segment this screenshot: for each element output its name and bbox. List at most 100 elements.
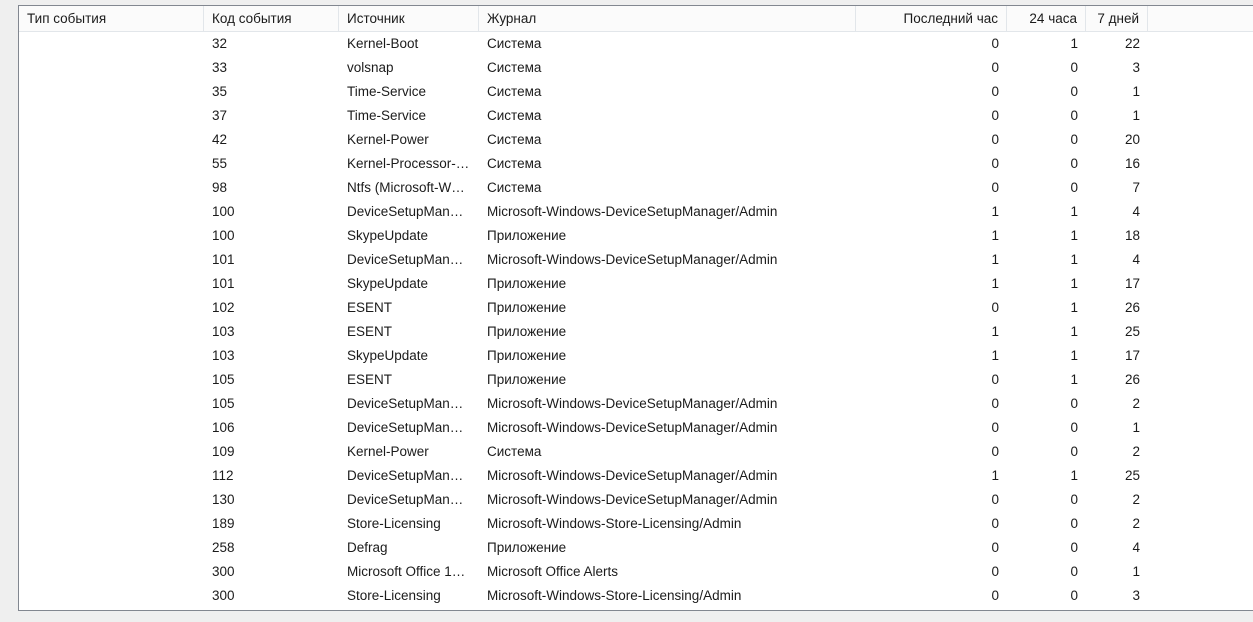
cell-day: 0 — [1007, 536, 1086, 560]
column-header-log[interactable]: Журнал — [479, 6, 856, 32]
cell-day: 1 — [1007, 32, 1086, 56]
table-row[interactable]: 101SkypeUpdateПриложение1117 — [19, 272, 1253, 296]
cell-log: Microsoft-Windows-Store-Licensing/Admin — [479, 584, 856, 608]
cell-log: Приложение — [479, 368, 856, 392]
cell-week: 26 — [1086, 296, 1148, 320]
cell-hour: 1 — [856, 464, 1007, 488]
cell-hour: 0 — [856, 128, 1007, 152]
cell-day: 0 — [1007, 512, 1086, 536]
cell-source: ESENT — [339, 296, 479, 320]
cell-type — [19, 296, 204, 320]
column-header-hour[interactable]: Последний час — [856, 6, 1007, 32]
cell-hour: 0 — [856, 584, 1007, 608]
cell-filler — [1148, 200, 1253, 224]
cell-type — [19, 464, 204, 488]
cell-filler — [1148, 128, 1253, 152]
cell-type — [19, 32, 204, 56]
grid-body[interactable]: 32Kernel-BootСистема012233volsnapСистема… — [19, 32, 1253, 608]
table-row[interactable]: 300Store-LicensingMicrosoft-Windows-Stor… — [19, 584, 1253, 608]
table-row[interactable]: 112DeviceSetupMan…Microsoft-Windows-Devi… — [19, 464, 1253, 488]
cell-source: Time-Service — [339, 80, 479, 104]
cell-log: Система — [479, 32, 856, 56]
table-row[interactable]: 100DeviceSetupMan…Microsoft-Windows-Devi… — [19, 200, 1253, 224]
cell-log: Microsoft Office Alerts — [479, 560, 856, 584]
cell-hour: 0 — [856, 416, 1007, 440]
cell-week: 22 — [1086, 32, 1148, 56]
cell-type — [19, 176, 204, 200]
cell-source: Store-Licensing — [339, 512, 479, 536]
column-header-source[interactable]: Источник — [339, 6, 479, 32]
cell-week: 1 — [1086, 104, 1148, 128]
cell-source: Ntfs (Microsoft-W… — [339, 176, 479, 200]
column-header-week[interactable]: 7 дней — [1086, 6, 1148, 32]
table-row[interactable]: 109Kernel-PowerСистема002 — [19, 440, 1253, 464]
cell-filler — [1148, 272, 1253, 296]
table-row[interactable]: 103ESENTПриложение1125 — [19, 320, 1253, 344]
column-header-day[interactable]: 24 часа — [1007, 6, 1086, 32]
cell-day: 0 — [1007, 176, 1086, 200]
cell-filler — [1148, 248, 1253, 272]
table-row[interactable]: 35Time-ServiceСистема001 — [19, 80, 1253, 104]
cell-type — [19, 80, 204, 104]
table-row[interactable]: 101DeviceSetupMan…Microsoft-Windows-Devi… — [19, 248, 1253, 272]
cell-filler — [1148, 464, 1253, 488]
cell-code: 101 — [204, 248, 339, 272]
cell-filler — [1148, 488, 1253, 512]
cell-type — [19, 200, 204, 224]
cell-log: Microsoft-Windows-DeviceSetupManager/Adm… — [479, 248, 856, 272]
cell-code: 189 — [204, 512, 339, 536]
cell-code: 109 — [204, 440, 339, 464]
cell-log: Microsoft-Windows-DeviceSetupManager/Adm… — [479, 464, 856, 488]
cell-day: 0 — [1007, 392, 1086, 416]
cell-source: DeviceSetupMan… — [339, 464, 479, 488]
cell-log: Система — [479, 80, 856, 104]
cell-day: 1 — [1007, 320, 1086, 344]
table-row[interactable]: 189Store-LicensingMicrosoft-Windows-Stor… — [19, 512, 1253, 536]
table-row[interactable]: 98Ntfs (Microsoft-W…Система007 — [19, 176, 1253, 200]
table-row[interactable]: 55Kernel-Processor-…Система0016 — [19, 152, 1253, 176]
cell-filler — [1148, 440, 1253, 464]
cell-source: DeviceSetupMan… — [339, 200, 479, 224]
event-summary-grid[interactable]: Тип событияКод событияИсточникЖурналПосл… — [18, 5, 1253, 611]
table-row[interactable]: 130DeviceSetupMan…Microsoft-Windows-Devi… — [19, 488, 1253, 512]
cell-code: 33 — [204, 56, 339, 80]
cell-code: 32 — [204, 32, 339, 56]
cell-week: 17 — [1086, 272, 1148, 296]
cell-type — [19, 368, 204, 392]
table-row[interactable]: 100SkypeUpdateПриложение1118 — [19, 224, 1253, 248]
table-row[interactable]: 105ESENTПриложение0126 — [19, 368, 1253, 392]
table-row[interactable]: 106DeviceSetupMan…Microsoft-Windows-Devi… — [19, 416, 1253, 440]
column-header-type[interactable]: Тип события — [19, 6, 204, 32]
table-row[interactable]: 103SkypeUpdateПриложение1117 — [19, 344, 1253, 368]
cell-code: 112 — [204, 464, 339, 488]
table-row[interactable]: 37Time-ServiceСистема001 — [19, 104, 1253, 128]
cell-type — [19, 320, 204, 344]
table-row[interactable]: 42Kernel-PowerСистема0020 — [19, 128, 1253, 152]
table-row[interactable]: 300Microsoft Office 1…Microsoft Office A… — [19, 560, 1253, 584]
cell-week: 1 — [1086, 80, 1148, 104]
cell-code: 55 — [204, 152, 339, 176]
cell-day: 1 — [1007, 248, 1086, 272]
cell-week: 2 — [1086, 488, 1148, 512]
cell-source: DeviceSetupMan… — [339, 248, 479, 272]
cell-day: 0 — [1007, 440, 1086, 464]
cell-log: Microsoft-Windows-Store-Licensing/Admin — [479, 512, 856, 536]
column-header-code[interactable]: Код события — [204, 6, 339, 32]
cell-day: 1 — [1007, 368, 1086, 392]
cell-hour: 0 — [856, 488, 1007, 512]
cell-week: 2 — [1086, 512, 1148, 536]
cell-code: 300 — [204, 560, 339, 584]
cell-log: Система — [479, 56, 856, 80]
cell-hour: 0 — [856, 392, 1007, 416]
table-row[interactable]: 33volsnapСистема003 — [19, 56, 1253, 80]
cell-week: 25 — [1086, 320, 1148, 344]
cell-code: 105 — [204, 368, 339, 392]
cell-filler — [1148, 584, 1253, 608]
cell-hour: 0 — [856, 536, 1007, 560]
table-row[interactable]: 105DeviceSetupMan…Microsoft-Windows-Devi… — [19, 392, 1253, 416]
table-row[interactable]: 32Kernel-BootСистема0122 — [19, 32, 1253, 56]
table-row[interactable]: 258DefragПриложение004 — [19, 536, 1253, 560]
table-row[interactable]: 102ESENTПриложение0126 — [19, 296, 1253, 320]
cell-week: 16 — [1086, 152, 1148, 176]
cell-hour: 0 — [856, 368, 1007, 392]
